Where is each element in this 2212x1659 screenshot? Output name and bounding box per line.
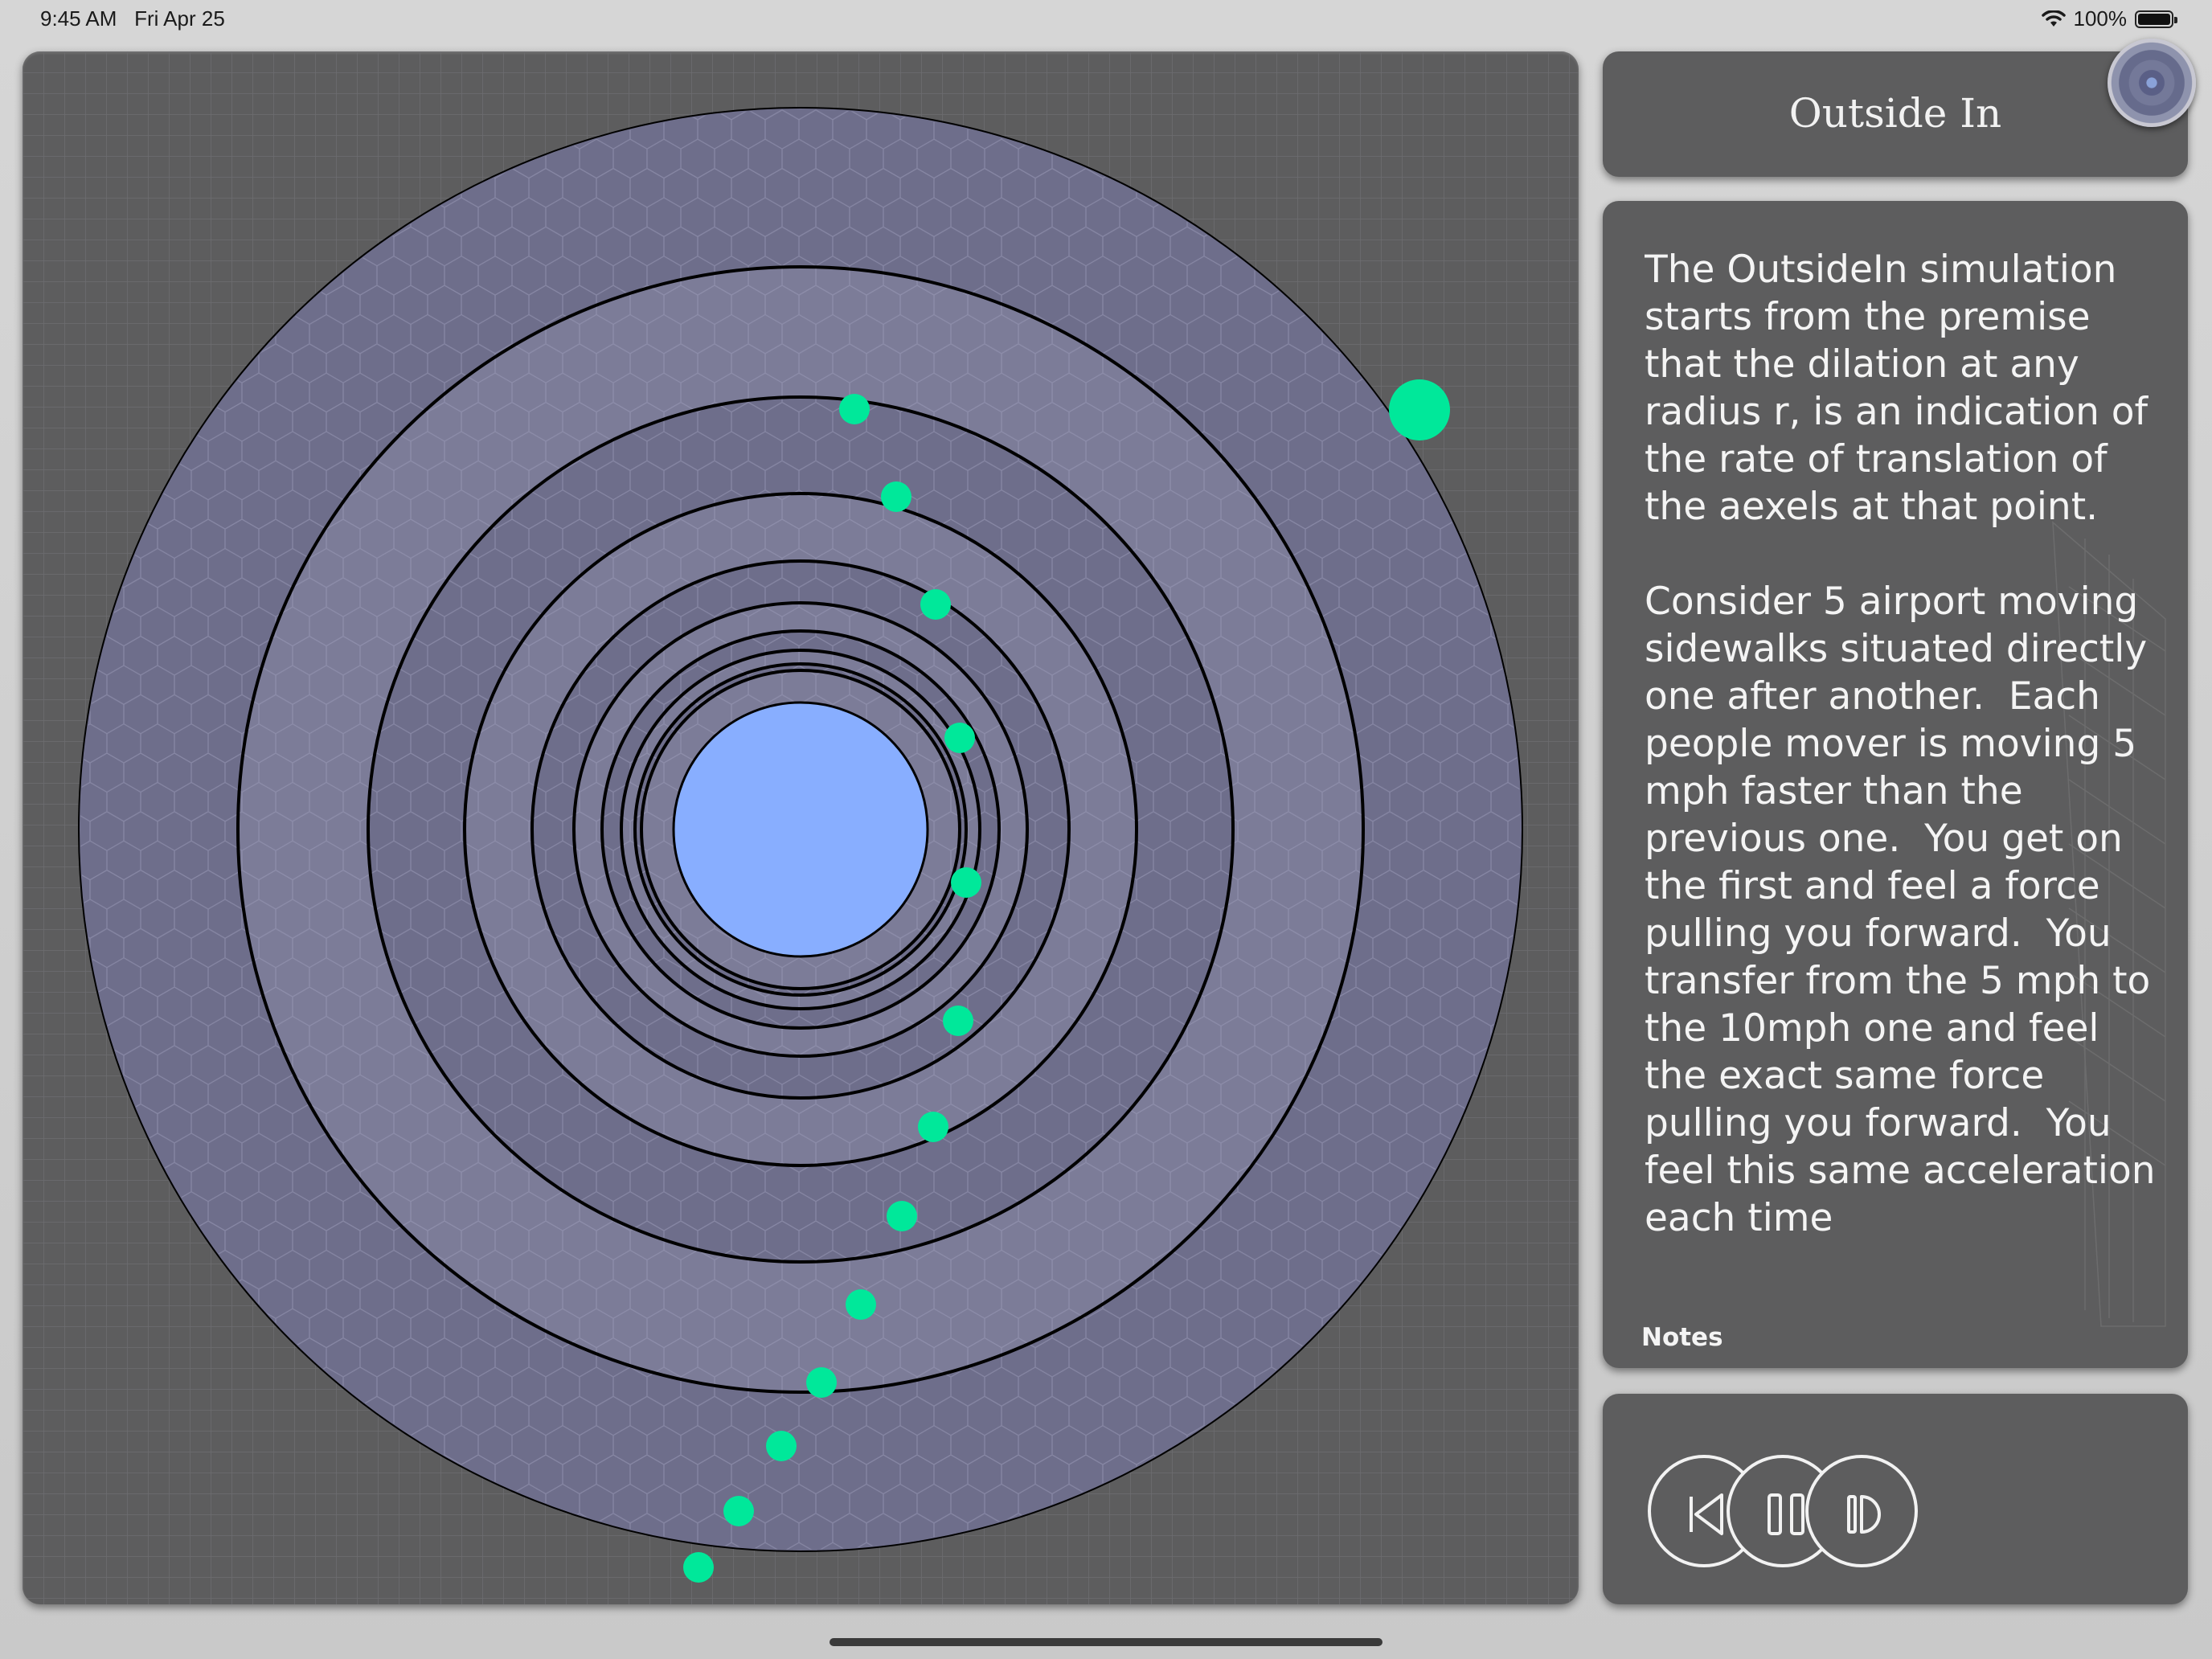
particle [1389,379,1450,440]
home-indicator[interactable] [830,1638,1382,1646]
step-forward-icon [1847,1495,1881,1534]
particle [806,1367,837,1398]
status-date: Fri Apr 25 [134,6,225,31]
particle [887,1201,917,1231]
simulation-panel[interactable] [23,51,1579,1604]
wifi-icon [2041,10,2066,27]
notes-panel[interactable]: The OutsideIn simulation starts from the… [1603,201,2188,1368]
title-panel: Outside In [1603,51,2188,177]
particle [951,867,981,898]
status-time: 9:45 AM [40,6,117,31]
status-right: 100% [2041,6,2177,31]
particle [918,1112,948,1142]
notes-scroll-area[interactable]: The OutsideIn simulation starts from the… [1645,246,2167,1305]
particle [944,723,975,753]
particle [839,394,870,424]
particle [683,1552,714,1583]
concentric-circles-logo-icon[interactable] [2108,39,2196,127]
center-body [672,701,929,958]
notes-text: The OutsideIn simulation starts from the… [1645,248,2156,1240]
status-bar: 9:45 AM Fri Apr 25 100% [0,0,2212,40]
battery-icon [2135,10,2177,28]
battery-text: 100% [2073,6,2128,31]
particle [723,1496,754,1526]
particle [846,1289,876,1320]
particle [943,1006,973,1036]
particle [920,589,951,620]
notes-label: Notes [1641,1323,1723,1352]
simulation-canvas[interactable] [23,51,1579,1604]
page-title: Outside In [1788,90,2002,137]
step-forward-button[interactable] [1805,1455,1918,1567]
particle [766,1431,797,1461]
status-time-date: 9:45 AM Fri Apr 25 [40,6,225,31]
particle [881,481,911,512]
controls-panel [1603,1394,2188,1604]
